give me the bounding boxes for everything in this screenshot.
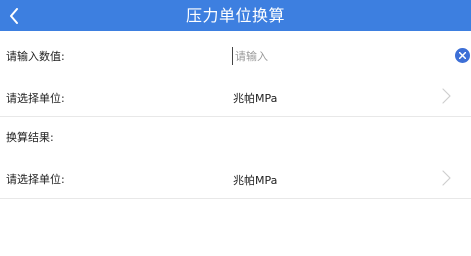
to-unit-row[interactable]: 请选择单位: 兆帕MPa (0, 162, 471, 198)
result-row: 换算结果: (0, 128, 471, 146)
result-label: 换算结果: (6, 131, 54, 144)
input-value-label: 请输入数值: (6, 50, 65, 63)
from-unit-value: 兆帕MPa (233, 92, 278, 105)
divider (0, 116, 471, 117)
close-icon (459, 52, 466, 59)
chevron-right-icon (442, 170, 451, 186)
page-title: 压力单位换算 (185, 6, 285, 25)
value-input[interactable] (232, 47, 435, 65)
clear-input-button[interactable] (455, 48, 470, 63)
to-unit-value: 兆帕MPa (233, 174, 278, 187)
from-unit-row[interactable]: 请选择单位: 兆帕MPa (0, 80, 471, 116)
header-bar: 压力单位换算 (0, 0, 471, 31)
to-unit-label: 请选择单位: (6, 173, 65, 186)
from-unit-label: 请选择单位: (6, 92, 65, 105)
input-value-row: 请输入数值: (0, 47, 471, 65)
divider (0, 198, 471, 199)
chevron-right-icon (442, 88, 451, 104)
